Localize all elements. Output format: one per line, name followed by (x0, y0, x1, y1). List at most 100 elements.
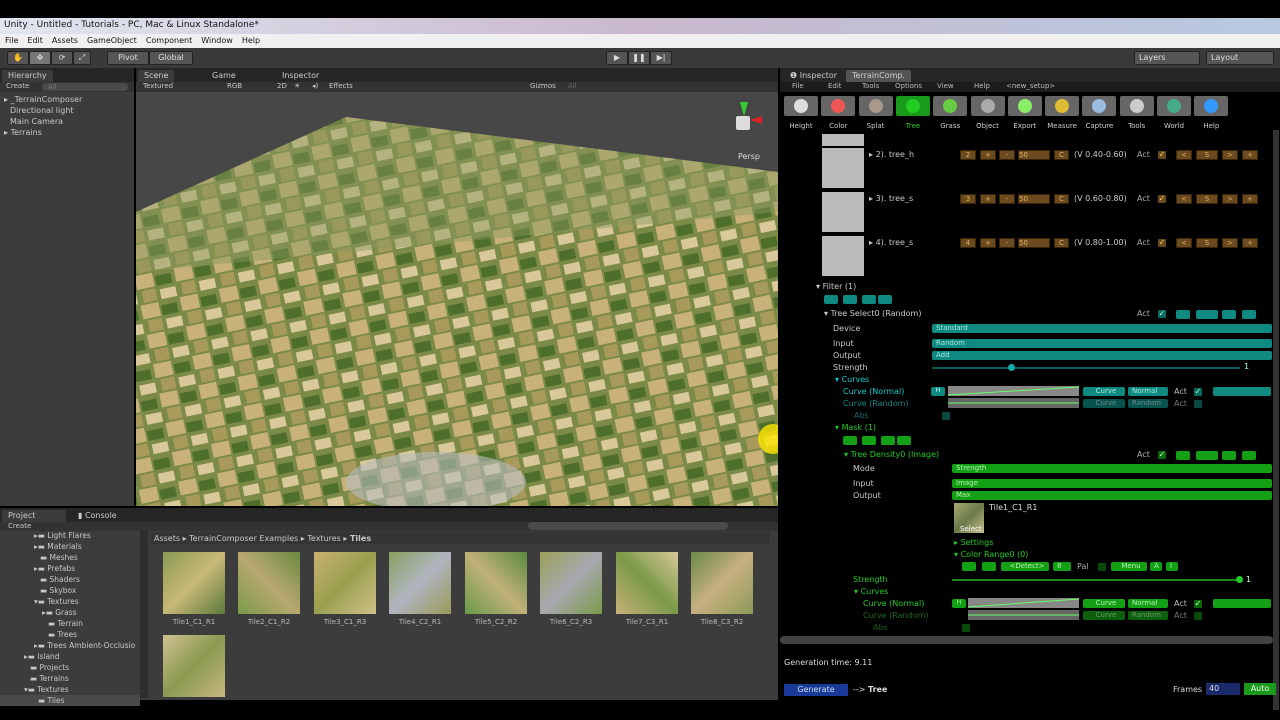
step-button[interactable]: ▶| (650, 51, 672, 65)
next-button[interactable] (1222, 310, 1236, 319)
folder-item[interactable]: ▸▬ Grass (0, 607, 140, 618)
add-filter-button[interactable] (824, 295, 838, 304)
audio-icon[interactable]: ◂) (312, 82, 318, 90)
next-button[interactable]: > (1222, 150, 1238, 160)
s-button[interactable]: S (1196, 238, 1218, 248)
create-dropdown[interactable]: Create (6, 82, 29, 90)
random-dropdown[interactable]: Random (1128, 399, 1168, 408)
curve-button[interactable]: Curve (1083, 399, 1125, 408)
hierarchy-item[interactable]: ▸ _TerrainComposer (4, 94, 130, 105)
hierarchy-item[interactable]: Directional light (4, 105, 130, 116)
strength-value[interactable]: 1 (1244, 362, 1249, 371)
asset-thumbnail[interactable] (389, 552, 451, 614)
asset-thumbnail[interactable] (163, 552, 225, 614)
c-button[interactable]: C (1054, 150, 1069, 160)
mode-button-height[interactable] (784, 96, 818, 116)
menu-button[interactable]: Menu (1111, 562, 1147, 571)
shading-dropdown[interactable]: Textured (143, 82, 173, 90)
a-button[interactable] (897, 436, 911, 445)
a-button[interactable] (878, 295, 892, 304)
mode-button-help[interactable] (1194, 96, 1229, 116)
generate-button[interactable]: Generate (784, 684, 848, 696)
mode-button-capture[interactable] (1082, 96, 1117, 116)
select-label[interactable]: Select (960, 525, 982, 533)
breadcrumb-item[interactable]: Textures (307, 534, 340, 543)
curves-header[interactable]: ▾ Curves (835, 375, 869, 384)
scene-view[interactable]: Persp (136, 92, 778, 506)
mode-dropdown[interactable]: Strength (952, 464, 1272, 473)
folder-item[interactable]: ▸▬ Trees Ambient-Occlusio (0, 640, 140, 651)
mode-button-grass[interactable] (933, 96, 968, 116)
project-search[interactable] (528, 522, 728, 530)
s-button[interactable] (1196, 451, 1218, 460)
act-checkbox[interactable]: ✓ (1158, 239, 1166, 247)
plus-button[interactable]: + (980, 194, 996, 204)
curves-header[interactable]: ▾ Curves (854, 587, 888, 596)
mode-button-export[interactable] (1007, 96, 1042, 116)
prev-button[interactable]: < (1176, 194, 1192, 204)
hand-tool-icon[interactable]: ✋ (7, 51, 29, 65)
abs-checkbox[interactable] (942, 412, 950, 420)
curve-random-preview[interactable] (968, 610, 1079, 620)
curve-button[interactable]: Curve (1083, 599, 1125, 608)
tab-inspector[interactable]: Inspector (276, 70, 325, 82)
device-dropdown[interactable]: Standard (932, 324, 1272, 333)
folder-item[interactable]: ▬ Shaders (0, 574, 140, 585)
folder-item[interactable]: ▸▬ Materials (0, 541, 140, 552)
act-checkbox[interactable]: ✓ (1194, 600, 1202, 608)
asset-thumbnail[interactable] (314, 552, 376, 614)
breadcrumb-item[interactable]: TerrainComposer Examples (189, 534, 298, 543)
tab-project[interactable]: Project (2, 510, 66, 522)
rgb-dropdown[interactable]: RGB (227, 82, 242, 90)
folder-item[interactable]: ▸▬ Prefabs (0, 563, 140, 574)
remove-filter-button[interactable] (843, 295, 857, 304)
add-mask-button[interactable] (843, 436, 857, 445)
mask-image-thumbnail[interactable]: Select (954, 503, 984, 533)
tab-console[interactable]: ▮ Console (72, 510, 123, 522)
folder-scrollbar[interactable] (140, 530, 148, 698)
remove-mask-button[interactable] (862, 436, 876, 445)
tree-preview[interactable] (822, 236, 864, 276)
add-button[interactable] (1242, 451, 1256, 460)
asset-thumbnail[interactable] (238, 552, 300, 614)
minus-button[interactable]: - (999, 150, 1015, 160)
mode-button-tools[interactable] (1119, 96, 1154, 116)
curve-button[interactable]: Curve (1083, 387, 1125, 396)
f-button[interactable] (862, 295, 876, 304)
random-dropdown[interactable]: Random (1128, 611, 1168, 620)
prev-button[interactable] (1176, 451, 1190, 460)
move-tool-icon[interactable]: ✥ (29, 51, 51, 65)
tree-index[interactable]: 4 (960, 238, 976, 248)
tree-preview[interactable] (822, 148, 864, 188)
hierarchy-search[interactable]: All (42, 83, 128, 91)
folder-item-selected[interactable]: ▬ Tiles (0, 695, 140, 706)
folder-item[interactable]: ▬ Meshes (0, 552, 140, 563)
tree-item[interactable]: ▸ 2). tree_h (869, 150, 914, 159)
mode-button-tree[interactable] (895, 96, 930, 116)
mode-button-measure[interactable] (1045, 96, 1080, 116)
curve-normal-preview[interactable] (968, 598, 1079, 608)
global-button[interactable]: Global (149, 51, 193, 65)
tree-value[interactable]: 50 (1018, 150, 1050, 160)
breadcrumb-item[interactable]: Tiles (350, 534, 371, 543)
act-checkbox[interactable] (1194, 400, 1202, 408)
plus-button[interactable]: + (980, 238, 996, 248)
tree-select-header[interactable]: ▾ Tree Select0 (Random) (824, 309, 921, 318)
add-range-button[interactable] (962, 562, 976, 571)
menu-assets[interactable]: Assets (52, 36, 78, 46)
pause-button[interactable]: ❚❚ (628, 51, 650, 65)
plus-button[interactable]: + (980, 150, 996, 160)
tree-index[interactable]: 2 (960, 150, 976, 160)
color-range-header[interactable]: ▾ Color Range0 (0) (954, 550, 1028, 559)
layers-dropdown[interactable]: Layers (1134, 51, 1200, 65)
i-range-button[interactable]: I (1166, 562, 1178, 571)
gizmos-dropdown[interactable]: Gizmos (530, 82, 556, 90)
curve-button[interactable]: Curve (1083, 611, 1125, 620)
mode-button-splat[interactable] (858, 96, 893, 116)
persp-label[interactable]: Persp (738, 152, 760, 161)
add-button[interactable] (1242, 310, 1256, 319)
tc-menu-tools[interactable]: Tools (862, 82, 879, 90)
prev-button[interactable]: < (1176, 150, 1192, 160)
setup-dropdown[interactable]: <new_setup> (1006, 82, 1055, 90)
input-dropdown[interactable]: Random (932, 339, 1272, 348)
